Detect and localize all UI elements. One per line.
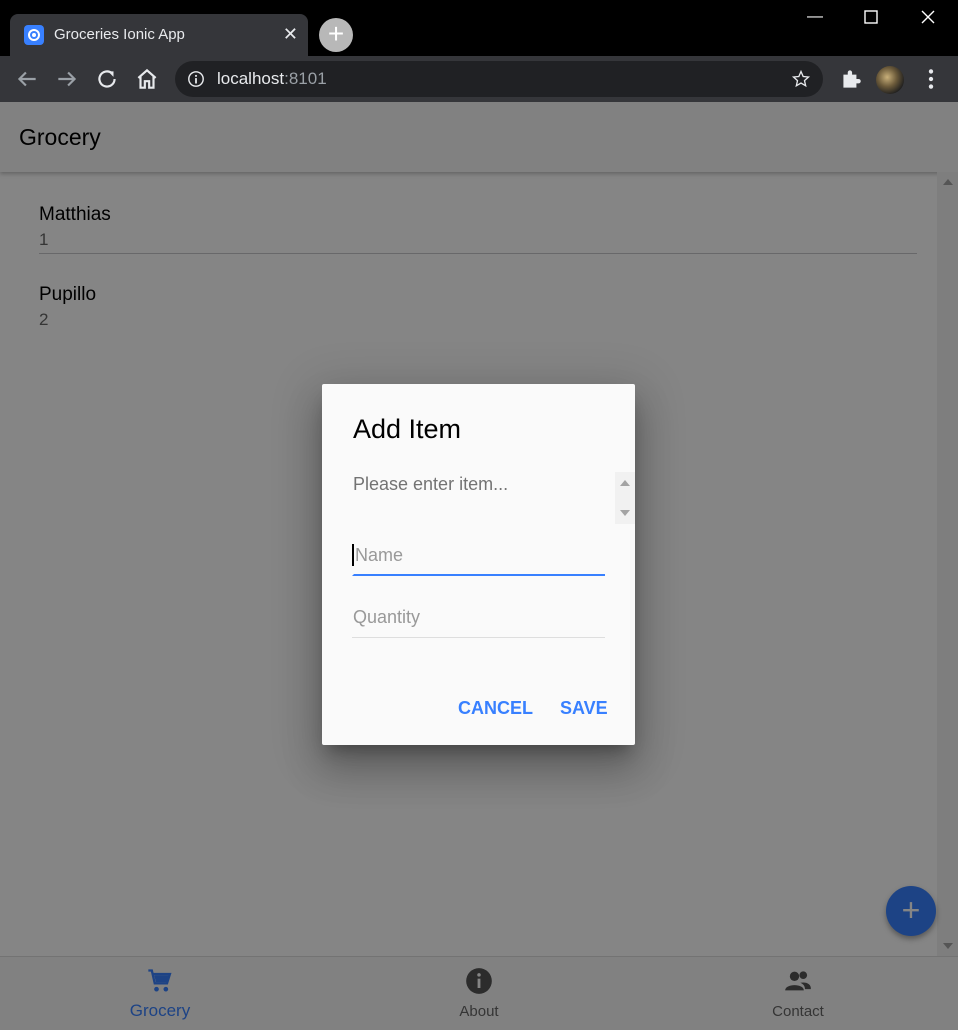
message-scroll-up-icon[interactable] [620, 480, 630, 486]
message-scroll-down-icon[interactable] [620, 510, 630, 516]
browser-menu-icon[interactable] [918, 66, 944, 92]
minimize-icon[interactable]: — [792, 4, 838, 32]
close-tab-icon[interactable]: ✕ [283, 24, 298, 44]
dialog-title: Add Item [353, 414, 462, 444]
text-caret [352, 544, 354, 566]
cancel-button[interactable]: CANCEL [458, 698, 533, 719]
browser-toolbar: localhost:8101 [0, 56, 958, 102]
bookmark-star-icon[interactable] [791, 69, 811, 89]
close-window-icon[interactable] [905, 4, 951, 32]
browser-titlebar: Groceries Ionic App ✕ + — [0, 0, 958, 56]
browser-tab[interactable]: Groceries Ionic App ✕ [10, 14, 308, 56]
reload-icon[interactable] [94, 66, 120, 92]
url-text: localhost:8101 [217, 69, 327, 89]
tab-title: Groceries Ionic App [54, 26, 185, 43]
dialog-message: Please enter item... [353, 474, 509, 494]
ionic-favicon-icon [24, 25, 44, 45]
maximize-icon[interactable] [848, 4, 894, 32]
url-host: localhost [217, 69, 285, 88]
site-info-icon[interactable] [187, 70, 205, 88]
url-port: :8101 [284, 69, 327, 88]
message-scrollbar[interactable] [615, 472, 635, 524]
save-button[interactable]: SAVE [560, 698, 608, 719]
extensions-puzzle-icon[interactable] [838, 66, 864, 92]
quantity-input[interactable] [352, 598, 605, 638]
name-input[interactable] [352, 536, 605, 576]
back-icon[interactable] [14, 66, 40, 92]
profile-avatar[interactable] [876, 66, 904, 94]
home-icon[interactable] [134, 66, 160, 92]
address-bar[interactable]: localhost:8101 [175, 61, 823, 97]
app-viewport: Grocery Matthias 1 Pupillo 2 + Grocery A… [0, 102, 958, 1030]
new-tab-button[interactable]: + [319, 18, 353, 52]
add-item-dialog: Add Item Please enter item... CANCEL SAV… [322, 384, 635, 745]
forward-icon[interactable] [54, 66, 80, 92]
